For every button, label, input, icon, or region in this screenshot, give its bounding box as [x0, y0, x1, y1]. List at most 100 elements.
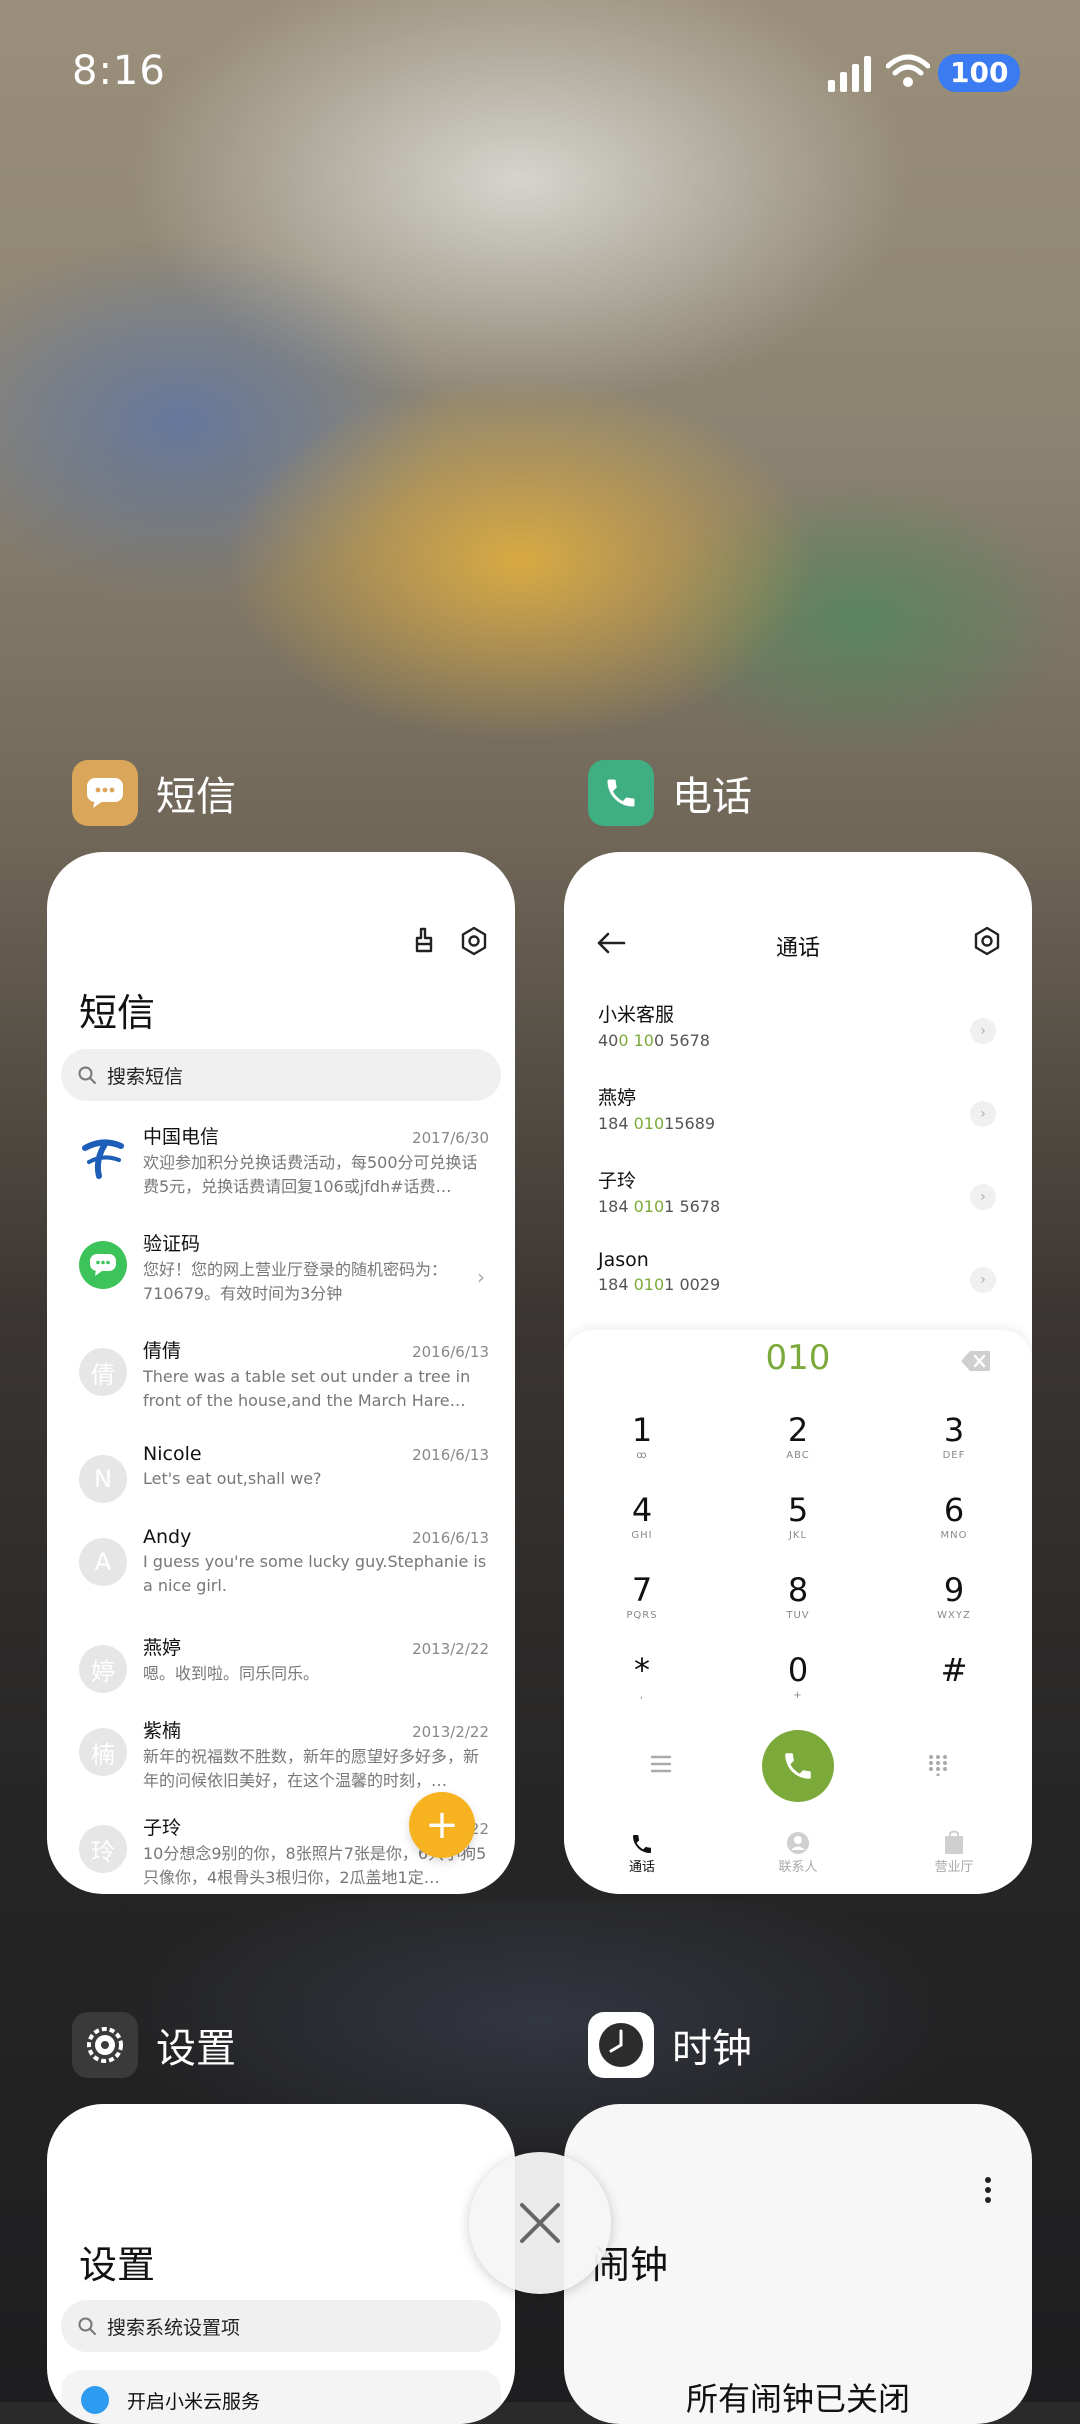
- key-digit: 7: [631, 1571, 653, 1609]
- sms-toolbar: [409, 926, 489, 956]
- app-header-sms[interactable]: 短信: [72, 760, 236, 826]
- more-icon[interactable]: [984, 2176, 992, 2204]
- contact-name: Jason: [598, 1249, 649, 1271]
- dial-key[interactable]: 8 TUV: [720, 1570, 876, 1650]
- avatar: 婷: [79, 1645, 127, 1693]
- message-preview: There was a table set out under a tree i…: [143, 1367, 471, 1410]
- settings-app-icon: [72, 2012, 138, 2078]
- message-date: 2016/6/13: [412, 1446, 489, 1464]
- list-item[interactable]: 中国电信 2017/6/30 欢迎参加积分兑换话费活动，每500分可兑换话费5元，…: [47, 1122, 515, 1229]
- message-date: 2016/6/13: [412, 1529, 489, 1547]
- list-item[interactable]: 验证码 您好！您的网上营业厅登录的随机密码为：710679。有效时间为3分钟 ›: [47, 1229, 515, 1336]
- contact-number: 400 100 5678: [598, 1031, 1032, 1050]
- message-date: 2017/6/30: [412, 1129, 489, 1147]
- number-part: 184: [598, 1114, 634, 1133]
- sms-app-icon: [72, 760, 138, 826]
- settings-item-label: 开启小米云服务: [127, 2390, 261, 2413]
- dial-key[interactable]: *,: [564, 1650, 720, 1730]
- message-list: 中国电信 2017/6/30 欢迎参加积分兑换话费活动，每500分可兑换话费5元，…: [47, 1122, 515, 1894]
- number-part: 184: [598, 1275, 634, 1294]
- message-preview: 您好！您的网上营业厅登录的随机密码为：710679。有效时间为3分钟: [143, 1260, 448, 1303]
- new-message-button[interactable]: +: [409, 1792, 475, 1858]
- clear-all-button[interactable]: [469, 2152, 611, 2294]
- wifi-icon: [886, 54, 930, 87]
- brush-icon[interactable]: [409, 926, 439, 956]
- dial-key[interactable]: 3 DEF: [876, 1410, 1032, 1490]
- list-item[interactable]: A Andy 2016/6/13 I guess you're some luck…: [47, 1526, 515, 1633]
- battery-icon: 100: [938, 54, 1021, 92]
- alarms-empty-text: 所有闹钟已关闭: [685, 2380, 910, 2418]
- message-sender: 中国电信: [143, 1126, 220, 1148]
- app-header-clock[interactable]: 时钟: [588, 2012, 752, 2078]
- dial-key[interactable]: 0 +: [720, 1650, 876, 1730]
- backspace-icon[interactable]: [960, 1350, 992, 1372]
- chevron-right-icon: ›: [477, 1265, 485, 1289]
- message-preview: Let's eat out,shall we?: [143, 1469, 322, 1488]
- tab-contacts[interactable]: 联系人: [720, 1826, 876, 1886]
- app-header-phone[interactable]: 电话: [588, 760, 752, 826]
- contact-name: 子玲: [598, 1170, 637, 1192]
- signal-icon: [828, 56, 871, 92]
- dial-key[interactable]: 4 GHI: [564, 1490, 720, 1570]
- chevron-right-icon[interactable]: ›: [970, 1184, 996, 1210]
- contact-number: 184 0101 0029: [598, 1275, 1032, 1294]
- chevron-right-icon[interactable]: ›: [970, 1101, 996, 1127]
- message-sender: 验证码: [143, 1233, 201, 1255]
- sms-search-input[interactable]: 搜索短信: [61, 1049, 501, 1101]
- key-letters: JKL: [788, 1530, 808, 1541]
- tab-hall[interactable]: 营业厅: [876, 1826, 1032, 1886]
- tab-calls[interactable]: 通话: [564, 1826, 720, 1886]
- settings-search-input[interactable]: 搜索系统设置项: [61, 2300, 501, 2352]
- dial-key[interactable]: 1ꝏ: [564, 1410, 720, 1490]
- number-match: 0 10: [618, 1031, 654, 1050]
- list-item[interactable]: 燕婷 184 01015689 ›: [564, 1075, 1032, 1158]
- list-item[interactable]: N Nicole 2016/6/13 Let's eat out,shall we…: [47, 1443, 515, 1526]
- contact-name: 小米客服: [598, 1004, 675, 1026]
- phone-page-title: 通话: [775, 936, 820, 961]
- dial-key[interactable]: 2 ABC: [720, 1410, 876, 1490]
- settings-gear-icon[interactable]: [972, 926, 1002, 956]
- contacts-icon: [787, 1832, 809, 1854]
- list-item[interactable]: 子玲 184 0101 5678 ›: [564, 1158, 1032, 1241]
- message-preview: 嗯。收到啦。同乐同乐。: [143, 1664, 320, 1683]
- list-item[interactable]: Jason 184 0101 0029 ›: [564, 1241, 1032, 1324]
- tab-hall-label: 营业厅: [934, 1860, 974, 1875]
- key-digit: #: [940, 1651, 968, 1689]
- message-sender: Andy: [143, 1526, 192, 1548]
- dial-key[interactable]: 7 PQRS: [564, 1570, 720, 1650]
- call-button[interactable]: [762, 1730, 834, 1802]
- list-item[interactable]: 倩 倩倩 2016/6/13 There was a table set out …: [47, 1336, 515, 1443]
- list-item[interactable]: 小米客服 400 100 5678 ›: [564, 992, 1032, 1075]
- clock-app-card[interactable]: 闹钟 所有闹钟已关闭: [564, 2104, 1032, 2424]
- dial-key[interactable]: 6 MNO: [876, 1490, 1032, 1570]
- phone-app-icon: [588, 760, 654, 826]
- message-sender: Nicole: [143, 1443, 202, 1465]
- dial-key[interactable]: #: [876, 1650, 1032, 1730]
- sms-app-card[interactable]: 短信 搜索短信 中国电信 2017/6/30 欢迎参加积分兑换话费活动，每500分…: [47, 852, 515, 1894]
- message-sender: 倩倩: [143, 1340, 182, 1362]
- app-header-settings[interactable]: 设置: [72, 2012, 236, 2078]
- menu-icon[interactable]: [650, 1754, 672, 1774]
- avatar: N: [79, 1455, 127, 1503]
- key-digit: 8: [787, 1571, 809, 1609]
- chevron-right-icon[interactable]: ›: [970, 1267, 996, 1293]
- list-item[interactable]: 婷 燕婷 2013/2/22 嗯。收到啦。同乐同乐。: [47, 1633, 515, 1716]
- settings-gear-icon[interactable]: [459, 926, 489, 956]
- key-letters: +: [793, 1690, 803, 1701]
- key-digit: 4: [631, 1491, 653, 1529]
- dialpad-icon[interactable]: [928, 1754, 948, 1776]
- message-preview: 欢迎参加积分兑换话费活动，每500分可兑换话费5元，兑换话费请回复106或jfd…: [143, 1153, 478, 1196]
- key-digit: *: [634, 1651, 650, 1689]
- chevron-right-icon[interactable]: ›: [970, 1018, 996, 1044]
- settings-app-card[interactable]: 设置 搜索系统设置项 开启小米云服务: [47, 2104, 515, 2424]
- number-part: 0 5678: [653, 1031, 710, 1050]
- dial-key[interactable]: 9 WXYZ: [876, 1570, 1032, 1650]
- settings-item-cloud[interactable]: 开启小米云服务: [61, 2370, 501, 2424]
- phone-app-card[interactable]: 通话 小米客服 400 100 5678 › 燕婷 184 01015689 ›…: [564, 852, 1032, 1894]
- key-letters: DEF: [942, 1450, 966, 1461]
- message-sender: 子玲: [143, 1817, 182, 1839]
- key-letters: GHI: [631, 1530, 653, 1541]
- message-date: 2013/2/22: [412, 1723, 489, 1741]
- close-icon: [520, 2203, 560, 2243]
- dial-key[interactable]: 5 JKL: [720, 1490, 876, 1570]
